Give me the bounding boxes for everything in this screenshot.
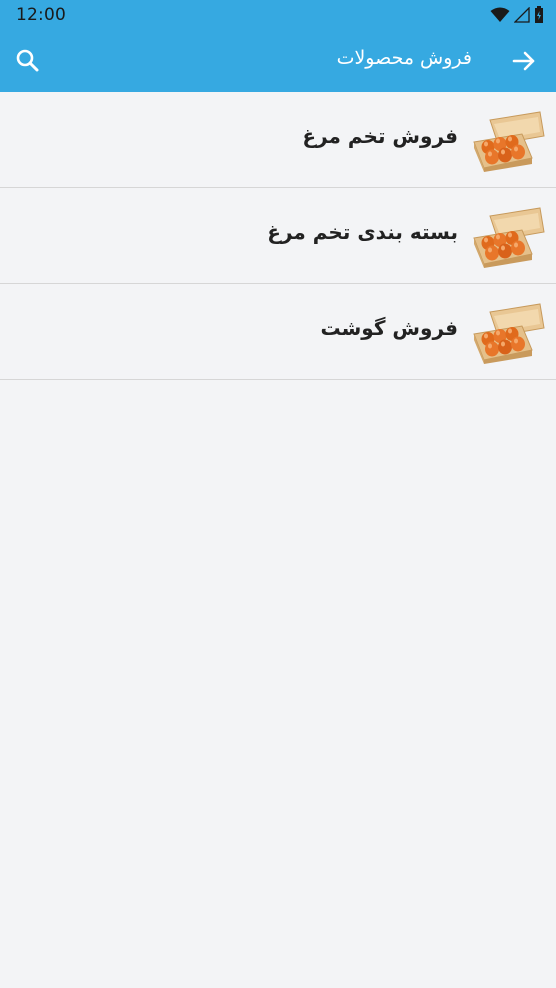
list-item-egg-sales[interactable]: فروش تخم مرغ xyxy=(0,92,556,188)
search-button[interactable] xyxy=(14,47,42,75)
arrow-right-icon xyxy=(512,51,535,71)
egg-carton-image xyxy=(473,111,545,172)
product-list: فروش تخم مرغ بسته بندی تخم مرغ فروش گوشت xyxy=(0,92,556,380)
page-title: فروش محصولات xyxy=(336,47,472,69)
list-item-meat-sales[interactable]: فروش گوشت xyxy=(0,284,556,380)
status-bar: 12:00 xyxy=(0,0,556,30)
search-icon xyxy=(16,49,39,72)
back-button[interactable] xyxy=(510,47,538,75)
wifi-icon xyxy=(490,7,510,22)
list-item-label: فروش گوشت xyxy=(320,316,458,340)
egg-carton-image xyxy=(473,303,545,364)
list-item-label: فروش تخم مرغ xyxy=(302,124,458,148)
egg-carton-image xyxy=(473,207,545,268)
status-time: 12:00 xyxy=(16,5,66,25)
list-item-label: بسته بندی تخم مرغ xyxy=(267,220,458,244)
signal-icon xyxy=(514,7,530,23)
list-item-egg-packaging[interactable]: بسته بندی تخم مرغ xyxy=(0,188,556,284)
status-icons xyxy=(490,6,544,24)
battery-icon xyxy=(535,6,543,23)
app-screen: 12:00 فروش محصولات فروش تخم مرغ بسته بند… xyxy=(0,0,556,988)
app-bar: فروش محصولات xyxy=(0,30,556,92)
